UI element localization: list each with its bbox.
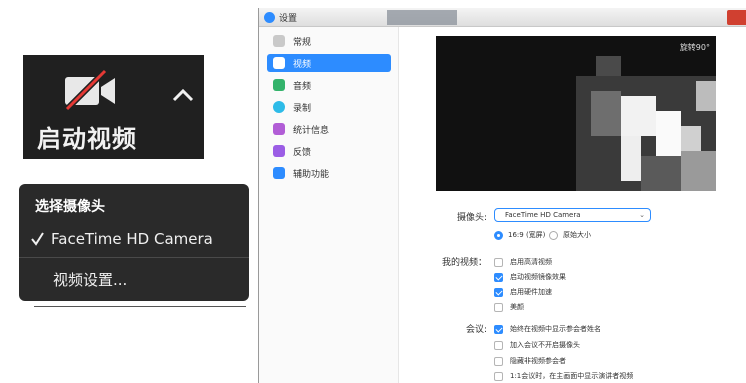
- checkbox-checked-icon: [494, 324, 503, 334]
- settings-sidebar: 常规 视频 音频 录制 统计信息 反馈 辅助功能: [259, 27, 399, 383]
- preview-pixel: [591, 91, 621, 136]
- menu-header: 选择摄像头: [35, 199, 105, 215]
- checkbox-label: 启用高清视频: [510, 258, 552, 266]
- rotate-90-button[interactable]: 旋转90°: [680, 42, 710, 53]
- video-settings-menu-item[interactable]: 视频设置...: [53, 269, 127, 290]
- aspect-original-radio[interactable]: 原始大小: [549, 230, 591, 240]
- checkbox-label: 启动视频镜像效果: [510, 273, 566, 281]
- hd-video-checkbox[interactable]: 启用高清视频: [494, 257, 552, 267]
- camera-select[interactable]: FaceTime HD Camera ⌄: [494, 208, 651, 222]
- checkbox-label: 加入会议不开启摄像头: [510, 341, 580, 349]
- preview-pixel: [596, 56, 621, 76]
- spotlight-speaker-checkbox[interactable]: 1:1会议时，在主画面中显示演讲者视频: [494, 371, 633, 381]
- preview-pixel: [656, 111, 681, 156]
- close-button[interactable]: [727, 10, 746, 25]
- sidebar-item-label: 统计信息: [293, 125, 330, 136]
- hardware-acceleration-checkbox[interactable]: 启用硬件加速: [494, 287, 552, 297]
- preview-pixel: [696, 81, 716, 111]
- title-bar: 设置: [259, 8, 746, 27]
- checkbox-icon: [494, 302, 503, 312]
- stats-icon: [273, 123, 285, 135]
- meeting-label: 会议:: [465, 325, 487, 335]
- checkbox-label: 美颜: [510, 303, 524, 311]
- sidebar-item-recording[interactable]: 录制: [267, 98, 391, 116]
- sidebar-item-accessibility[interactable]: 辅助功能: [267, 164, 391, 182]
- my-video-label: 我的视频：: [441, 258, 487, 268]
- camera-select-value: FaceTime HD Camera: [505, 211, 581, 219]
- preview-pixel: [641, 156, 681, 191]
- video-settings-panel: 旋转90° 摄像头: FaceTime HD Camera ⌄ 16:9 (宽屏…: [399, 27, 746, 383]
- video-preview: 旋转90°: [436, 36, 716, 191]
- settings-window: 设置 常规 视频 音频 录制 统计信息 反馈 辅助功能 旋转90° 摄像头: F…: [258, 8, 746, 383]
- window-title: 设置: [279, 14, 298, 24]
- sidebar-item-general[interactable]: 常规: [267, 32, 391, 50]
- record-icon: [273, 101, 285, 113]
- menu-item-facetime-camera[interactable]: FaceTime HD Camera: [29, 226, 241, 252]
- camera-select-menu: 选择摄像头 FaceTime HD Camera 视频设置...: [19, 184, 249, 301]
- title-bar-redacted: [387, 10, 457, 25]
- radio-label: 原始大小: [563, 231, 591, 239]
- preview-pixel: [681, 151, 716, 191]
- camera-off-icon: [64, 69, 115, 112]
- checkbox-icon: [494, 371, 503, 381]
- sidebar-item-label: 视频: [293, 59, 312, 70]
- sidebar-item-statistics[interactable]: 统计信息: [267, 120, 391, 138]
- sidebar-item-feedback[interactable]: 反馈: [267, 142, 391, 160]
- hide-non-video-checkbox[interactable]: 隐藏非视频参会者: [494, 356, 566, 366]
- checkbox-label: 1:1会议时，在主画面中显示演讲者视频: [510, 372, 634, 380]
- accessibility-icon: [273, 167, 285, 179]
- checkbox-checked-icon: [494, 287, 503, 297]
- menu-item-label: FaceTime HD Camera: [51, 230, 213, 248]
- sidebar-item-label: 常规: [293, 37, 312, 48]
- preview-pixel: [621, 136, 641, 181]
- sidebar-item-label: 反馈: [293, 147, 312, 158]
- checkbox-label: 始终在视频中显示参会者姓名: [510, 325, 601, 333]
- radio-label: 16:9 (宽屏): [508, 231, 546, 239]
- preview-pixel: [621, 96, 656, 136]
- menu-divider: [19, 257, 249, 258]
- checkmark-icon: [31, 232, 44, 246]
- checkbox-icon: [494, 340, 503, 350]
- chevron-down-icon: ⌄: [639, 211, 645, 219]
- headphones-icon: [273, 79, 285, 91]
- sidebar-item-audio[interactable]: 音频: [267, 76, 391, 94]
- divider-line: [34, 306, 246, 307]
- gear-icon: [273, 35, 285, 47]
- screenshot-root: 启动视频 选择摄像头 FaceTime HD Camera 视频设置... 设置…: [0, 0, 746, 383]
- checkbox-icon: [494, 356, 503, 366]
- sidebar-item-label: 音频: [293, 81, 312, 92]
- chevron-up-icon[interactable]: [171, 87, 195, 103]
- checkbox-icon: [494, 257, 503, 267]
- radio-selected-icon: [494, 230, 503, 240]
- video-camera-icon: [273, 57, 285, 69]
- start-video-label: 启动视频: [37, 125, 137, 153]
- radio-empty-icon: [549, 230, 558, 240]
- show-names-checkbox[interactable]: 始终在视频中显示参会者姓名: [494, 324, 601, 334]
- mirror-video-checkbox[interactable]: 启动视频镜像效果: [494, 272, 566, 282]
- checkbox-label: 隐藏非视频参会者: [510, 357, 566, 365]
- checkbox-checked-icon: [494, 272, 503, 282]
- app-icon: [264, 12, 275, 23]
- start-video-button[interactable]: 启动视频: [23, 55, 204, 159]
- feedback-icon: [273, 145, 285, 157]
- sidebar-item-label: 录制: [293, 103, 312, 114]
- sidebar-item-video[interactable]: 视频: [267, 54, 391, 72]
- camera-label: 摄像头:: [456, 213, 487, 223]
- sidebar-item-label: 辅助功能: [293, 169, 330, 180]
- join-without-video-checkbox[interactable]: 加入会议不开启摄像头: [494, 340, 580, 350]
- checkbox-label: 启用硬件加速: [510, 288, 552, 296]
- preview-pixel: [681, 126, 701, 151]
- beauty-checkbox[interactable]: 美颜: [494, 302, 524, 312]
- aspect-16-9-radio[interactable]: 16:9 (宽屏): [494, 230, 545, 240]
